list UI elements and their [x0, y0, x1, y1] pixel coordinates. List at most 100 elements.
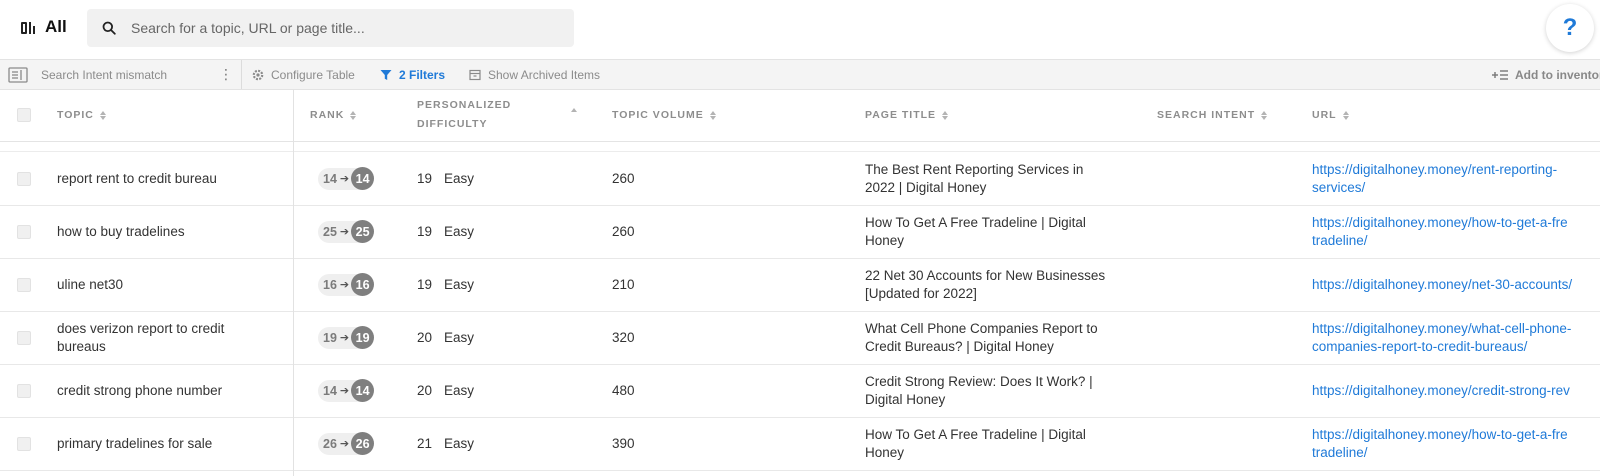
url-link[interactable]: https://digitalhoney.money/how-to-get-a-… [1312, 426, 1568, 444]
rank-from: 19 [323, 330, 337, 345]
column-header-volume[interactable]: TOPIC VOLUME [612, 89, 716, 141]
row-checkbox[interactable] [17, 384, 31, 398]
select-all-checkbox[interactable] [17, 108, 31, 122]
table-row[interactable]: primary tradelines for sale 26 ➔ 26 21 Easy 39… [0, 417, 1600, 471]
sort-ascending-icon [571, 108, 577, 112]
difficulty-value: 20 [417, 383, 433, 398]
topic-cell: does verizon report to credit bureaus [57, 311, 282, 364]
url-link[interactable]: services/ [1312, 179, 1557, 197]
url-cell[interactable]: https://digitalhoney.money/rent-reportin… [1312, 152, 1600, 205]
column-header-difficulty[interactable]: PERSONALIZED DIFFICULTY [417, 89, 582, 141]
url-cell[interactable]: https://digitalhoney.money/how-to-get-a-… [1312, 205, 1600, 258]
column-header-url[interactable]: URL [1312, 89, 1349, 141]
page-title-cell: Credit Strong Review: Does It Work? | Dig… [865, 364, 1150, 417]
search-bar[interactable] [87, 9, 574, 47]
row-checkbox[interactable] [17, 172, 31, 186]
configure-table-label: Configure Table [271, 67, 355, 82]
add-list-icon [1492, 69, 1508, 80]
help-button[interactable]: ? [1546, 4, 1594, 52]
sort-icon [350, 110, 357, 120]
column-header-search-intent[interactable]: SEARCH INTENT [1157, 89, 1268, 141]
page-title-text: The Best Rent Reporting Services in [865, 161, 1084, 177]
filters-button[interactable]: 2 Filters [380, 60, 445, 89]
difficulty-label: Easy [444, 383, 475, 398]
table-header: TOPIC RANK PERSONALIZED DIFFICULTY TOPIC… [0, 89, 1600, 142]
page-title-text: 22 Net 30 Accounts for New Businesses [865, 267, 1106, 283]
view-selector[interactable]: Search Intent mismatch [8, 60, 167, 89]
add-to-inventory-button[interactable]: Add to inventor [1492, 60, 1600, 89]
arrow-right-icon: ➔ [339, 279, 350, 291]
page-title-cell: How To Get A Free Tradeline | Digital Hon… [865, 417, 1150, 470]
volume-value: 260 [612, 224, 635, 239]
row-checkbox[interactable] [17, 331, 31, 345]
arrow-right-icon: ➔ [339, 385, 350, 397]
column-header-rank[interactable]: RANK [310, 89, 357, 141]
sort-icon [99, 110, 106, 120]
rank-from: 25 [323, 224, 337, 239]
configure-table-button[interactable]: Configure Table [252, 60, 355, 89]
show-archived-label: Show Archived Items [488, 67, 601, 82]
help-icon: ? [1562, 14, 1578, 41]
arrow-right-icon: ➔ [339, 332, 350, 344]
column-header-page-title[interactable]: PAGE TITLE [865, 89, 949, 141]
topic-cell: uline net30 [57, 258, 282, 311]
rank-from: 16 [323, 277, 337, 292]
scope-selector[interactable]: All [21, 17, 67, 37]
table-row[interactable]: uline net30 16 ➔ 16 19 Easy 210 22 Net 30 Accou… [0, 258, 1600, 312]
url-cell[interactable]: https://digitalhoney.money/what-cell-pho… [1312, 311, 1600, 364]
difficulty-cell: 19 Easy [417, 152, 474, 205]
url-link[interactable]: https://digitalhoney.money/net-30-accoun… [1312, 276, 1572, 294]
table-row[interactable]: does verizon report to credit bureaus 19 ➔ 1… [0, 311, 1600, 365]
view-menu-button[interactable]: ⋮ [219, 60, 233, 89]
url-link[interactable]: https://digitalhoney.money/what-cell-pho… [1312, 320, 1571, 338]
column-label: TOPIC VOLUME [612, 109, 704, 121]
archive-icon [469, 69, 481, 80]
url-cell[interactable]: https://digitalhoney.money/how-to-get-a-… [1312, 417, 1600, 470]
rank-cell: 26 ➔ 26 [318, 417, 375, 470]
filter-icon [380, 69, 392, 80]
table-row[interactable]: credit strong phone number 14 ➔ 14 20 Easy 480… [0, 364, 1600, 418]
url-link[interactable]: tradeline/ [1312, 444, 1568, 462]
url-link[interactable]: tradeline/ [1312, 232, 1568, 250]
page-title-cell: How To Get A Free Tradeline | Digital Hon… [865, 205, 1150, 258]
table-row[interactable]: how to buy tradelines 25 ➔ 25 19 Easy 260 How T… [0, 205, 1600, 259]
page-title-cell: What Cell Phone Companies Report to Credi… [865, 311, 1150, 364]
show-archived-button[interactable]: Show Archived Items [469, 60, 600, 89]
rank-cell: 16 ➔ 16 [318, 258, 375, 311]
column-header-topic[interactable]: TOPIC [57, 89, 106, 141]
row-checkbox[interactable] [17, 437, 31, 451]
column-label: PERSONALIZED DIFFICULTY [417, 96, 511, 134]
column-label: RANK [310, 109, 345, 121]
arrow-right-icon: ➔ [339, 226, 350, 238]
url-link[interactable]: companies-report-to-credit-bureaus/ [1312, 338, 1571, 356]
difficulty-label: Easy [444, 224, 475, 239]
topic-text: bureaus [57, 338, 106, 354]
topic-text: credit strong phone number [57, 382, 223, 398]
url-link[interactable]: https://digitalhoney.money/how-to-get-a-… [1312, 214, 1568, 232]
more-vertical-icon: ⋮ [219, 66, 233, 82]
difficulty-value: 19 [417, 171, 433, 186]
table-row[interactable]: report rent to credit bureau 14 ➔ 14 19 Easy 2… [0, 152, 1600, 206]
url-link[interactable]: https://digitalhoney.money/credit-strong… [1312, 382, 1570, 400]
volume-cell: 390 [612, 417, 635, 470]
scope-title: All [45, 17, 67, 36]
search-input[interactable] [129, 19, 553, 37]
rank-to: 25 [351, 220, 375, 243]
rank-from: 14 [323, 383, 337, 398]
volume-cell: 260 [612, 205, 635, 258]
rank-to: 14 [351, 167, 375, 190]
sort-icon [942, 110, 949, 120]
rank-cell: 19 ➔ 19 [318, 311, 375, 364]
page-title-cell: The Best Rent Reporting Services in 2022 … [865, 152, 1150, 205]
topic-text: uline net30 [57, 276, 124, 292]
page-title-text: Credit Strong Review: Does It Work? | [865, 373, 1093, 389]
rank-from: 14 [323, 171, 337, 186]
row-checkbox[interactable] [17, 225, 31, 239]
row-checkbox[interactable] [17, 278, 31, 292]
difficulty-value: 20 [417, 330, 433, 345]
url-cell[interactable]: https://digitalhoney.money/credit-strong… [1312, 364, 1600, 417]
url-cell[interactable]: https://digitalhoney.money/net-30-accoun… [1312, 258, 1600, 311]
page-title-cell: 22 Net 30 Accounts for New Businesses [Up… [865, 258, 1150, 311]
add-to-inventory-label: Add to inventor [1515, 67, 1600, 82]
url-link[interactable]: https://digitalhoney.money/rent-reportin… [1312, 161, 1557, 179]
